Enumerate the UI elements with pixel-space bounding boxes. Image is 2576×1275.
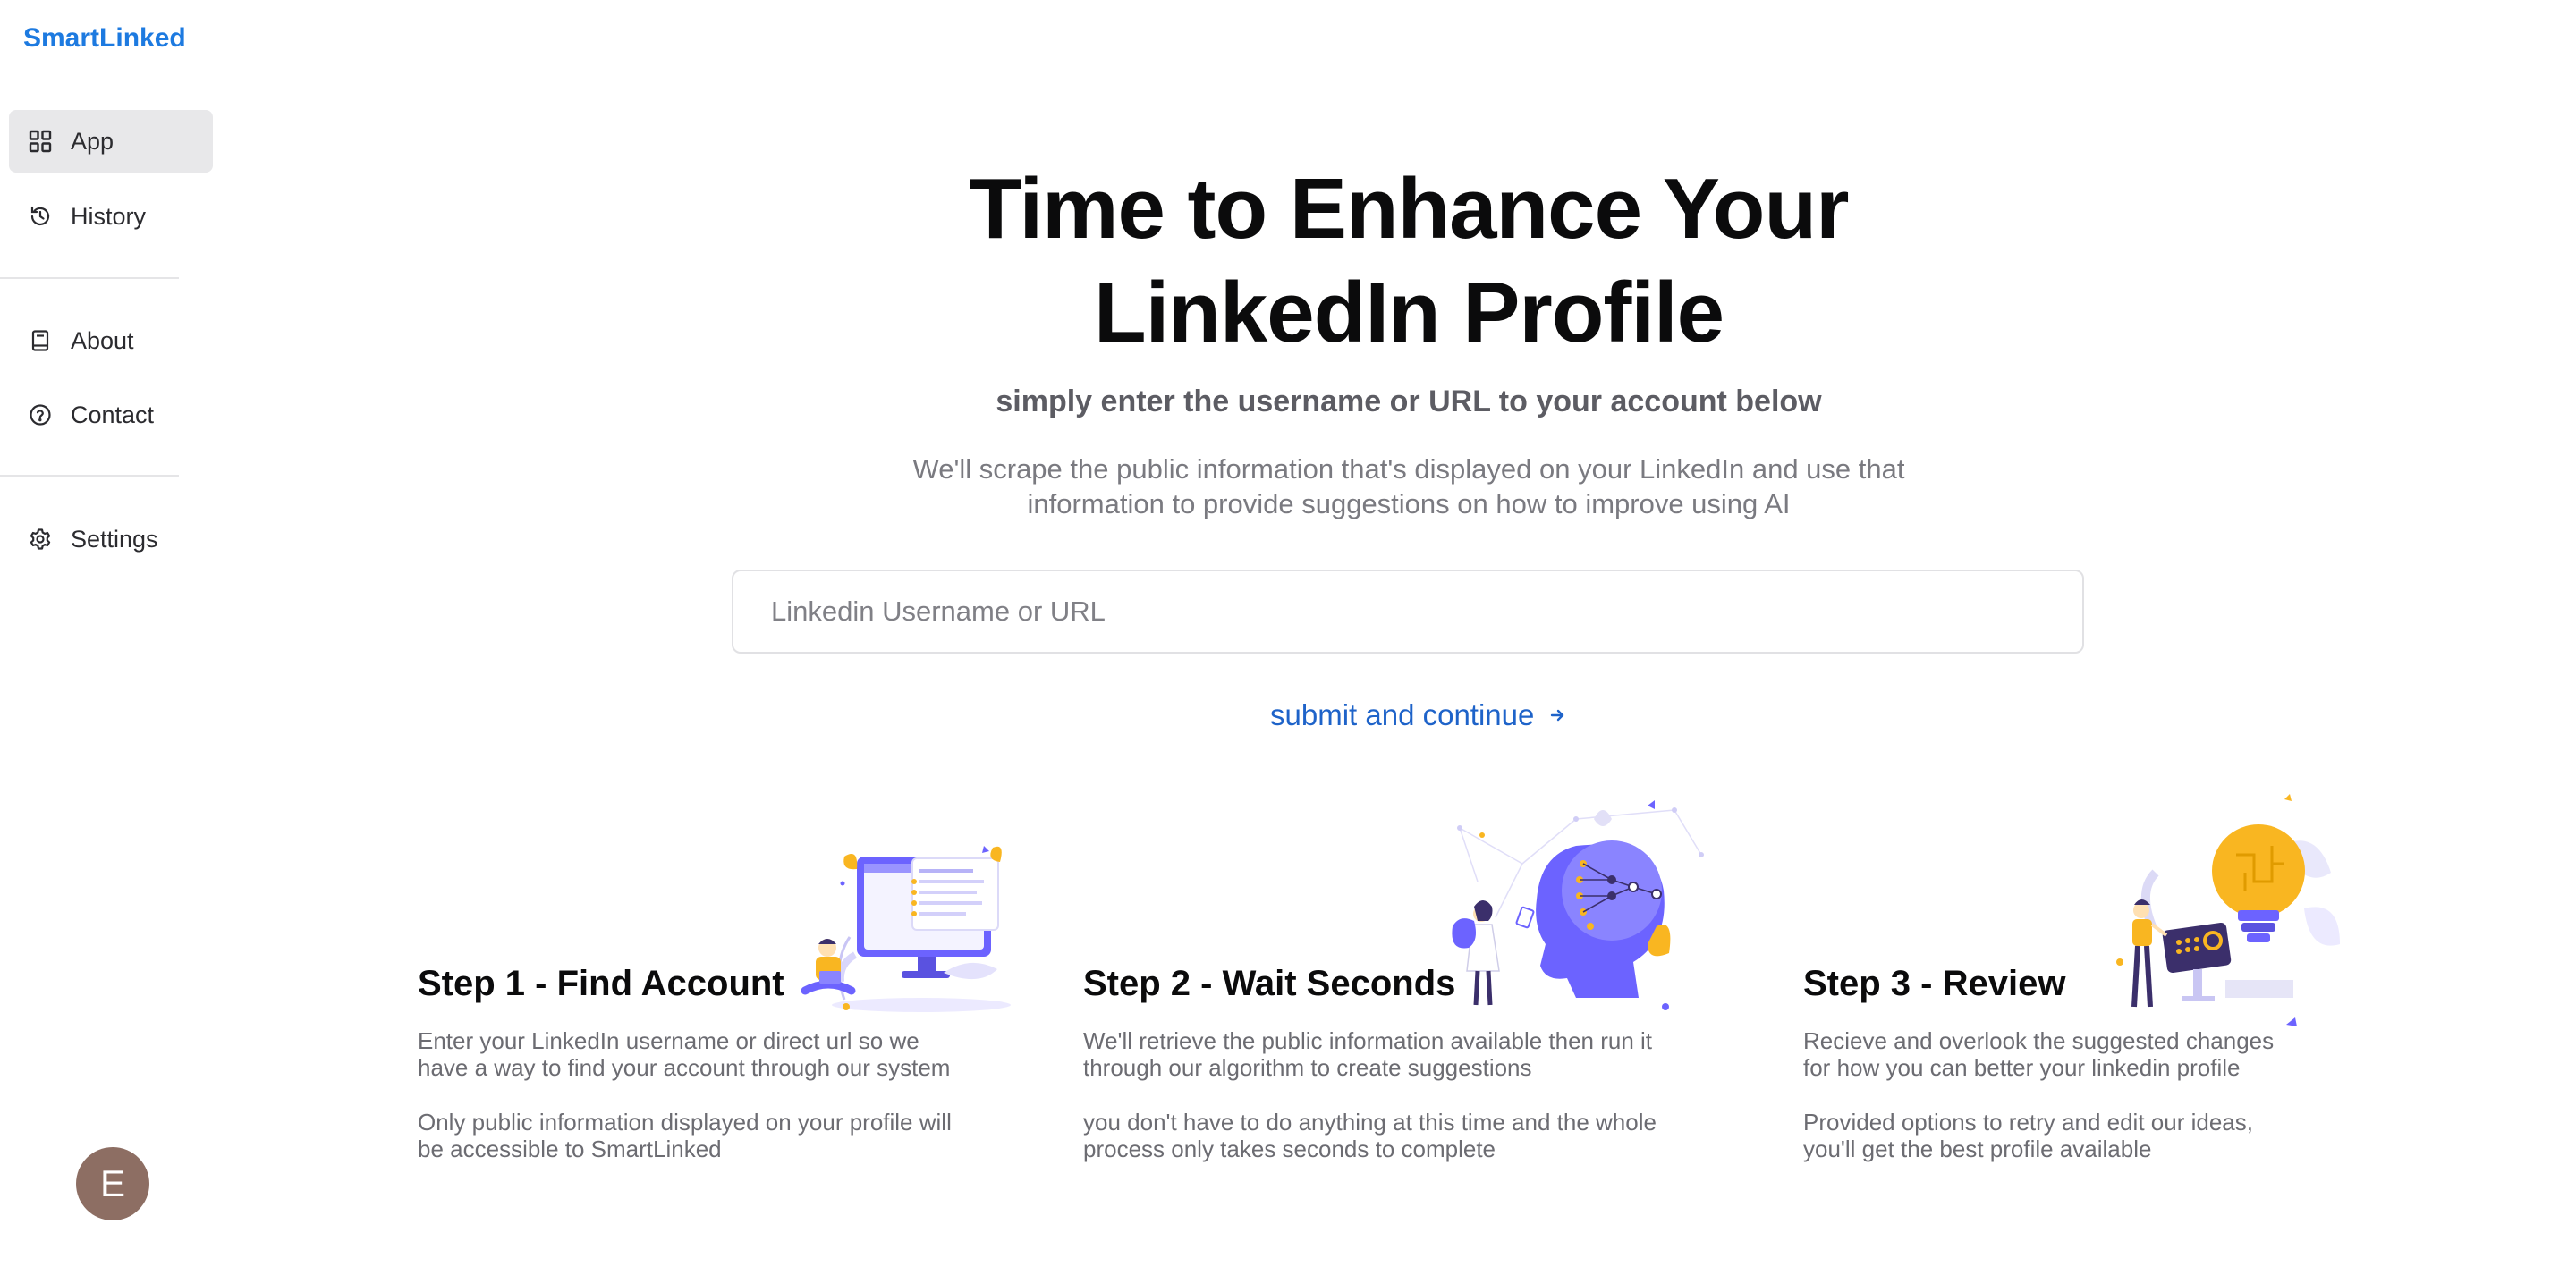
nav-label-history: History — [71, 202, 147, 230]
nav-label-app: App — [71, 127, 114, 155]
linkedin-username-input[interactable] — [732, 570, 2084, 654]
sidebar: SmartLinked App History About Contact Se… — [0, 0, 224, 1275]
nav-item-app[interactable]: App — [9, 110, 213, 173]
sidebar-divider — [0, 277, 179, 279]
page-title: Time to Enhance Your LinkedIn Profile — [969, 161, 1850, 360]
step-1-paragraph-1: Enter your LinkedIn username or direct u… — [418, 1027, 951, 1081]
help-circle-icon — [27, 401, 54, 428]
step-3-paragraph-1: Recieve and overlook the suggested chang… — [1803, 1027, 2275, 1081]
arrow-right-icon — [1548, 706, 1566, 724]
submit-button[interactable]: submit and continue — [1270, 697, 1566, 733]
find-account-illustration — [801, 846, 1011, 1012]
nav-label-about: About — [71, 326, 134, 354]
nav-item-about[interactable]: About — [9, 309, 213, 372]
nav-label-settings: Settings — [71, 525, 158, 553]
lightbulb-review-illustration — [2116, 794, 2340, 1026]
grid-icon — [27, 128, 54, 155]
nav-item-history[interactable]: History — [9, 185, 213, 248]
step-2-title: Step 2 - Wait Seconds — [1083, 964, 1456, 1003]
nav-label-contact: Contact — [71, 401, 155, 428]
step-1-title: Step 1 - Find Account — [418, 964, 784, 1003]
nav-item-contact[interactable]: Contact — [9, 384, 213, 446]
step-3-title: Step 3 - Review — [1803, 964, 2066, 1003]
history-icon — [27, 203, 54, 230]
nav-item-settings[interactable]: Settings — [9, 508, 213, 570]
avatar[interactable]: E — [76, 1147, 149, 1220]
step-2-paragraph-1: We'll retrieve the public information av… — [1083, 1027, 1653, 1081]
ai-brain-illustration — [1452, 800, 1704, 1010]
page-description: We'll scrape the public information that… — [912, 453, 1905, 519]
brand-logo[interactable]: SmartLinked — [23, 23, 186, 54]
step-2-paragraph-2: you don't have to do anything at this ti… — [1083, 1109, 1657, 1162]
gear-icon — [27, 526, 54, 553]
page-subtitle: simply enter the username or URL to your… — [996, 384, 1822, 418]
step-3-paragraph-2: Provided options to retry and edit our i… — [1803, 1109, 2253, 1162]
step-1-paragraph-2: Only public information displayed on you… — [418, 1109, 952, 1162]
sidebar-divider — [0, 475, 179, 477]
book-icon — [27, 327, 54, 354]
